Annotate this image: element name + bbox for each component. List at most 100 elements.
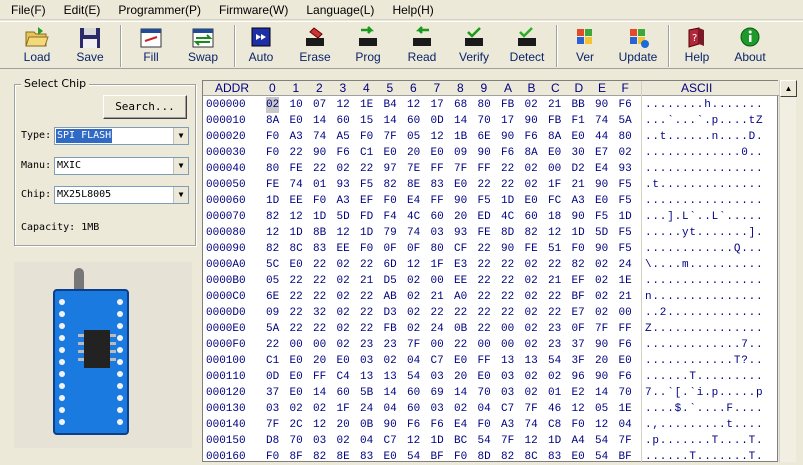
hex-byte[interactable]: 00 — [431, 337, 444, 353]
hex-byte[interactable]: C7 — [501, 401, 514, 417]
hex-byte[interactable]: 22 — [360, 321, 373, 337]
hex-byte[interactable]: F0 — [266, 145, 279, 161]
hex-byte[interactable]: 0F — [572, 321, 585, 337]
hex-byte[interactable]: BF — [572, 289, 585, 305]
erase-button[interactable]: Erase — [292, 24, 338, 68]
hex-byte[interactable]: 02 — [337, 305, 350, 321]
hex-byte[interactable]: 80 — [431, 241, 444, 257]
hex-byte[interactable]: 14 — [454, 113, 467, 129]
hex-byte[interactable]: 93 — [619, 161, 632, 177]
hex-byte[interactable]: 22 — [454, 305, 467, 321]
search-button[interactable]: Search... — [103, 95, 187, 119]
hex-byte[interactable]: 1D — [619, 209, 632, 225]
hex-byte[interactable]: 02 — [525, 97, 538, 113]
hex-byte[interactable]: FB — [548, 113, 561, 129]
hex-byte[interactable]: FF — [619, 321, 632, 337]
hex-byte[interactable]: 22 — [478, 241, 491, 257]
hex-byte[interactable]: 54 — [595, 449, 608, 465]
hex-byte[interactable]: F0 — [384, 193, 397, 209]
hex-byte[interactable]: 02 — [266, 97, 280, 113]
hex-byte[interactable]: FE — [290, 161, 303, 177]
hex-byte[interactable]: E3 — [454, 257, 467, 273]
scroll-up-icon[interactable]: ▲ — [780, 80, 797, 97]
hex-byte[interactable]: 02 — [337, 321, 350, 337]
hex-byte[interactable]: 00 — [290, 337, 303, 353]
hex-editor[interactable]: ADDR ASCII 0123456789ABCDEF 000000 02 10 07… — [202, 80, 779, 465]
hex-byte[interactable]: 02 — [525, 305, 538, 321]
hex-byte[interactable]: 1E — [360, 97, 373, 113]
hex-byte[interactable]: 70 — [619, 385, 632, 401]
hex-byte[interactable]: 21 — [360, 273, 373, 289]
hex-byte[interactable]: F6 — [501, 145, 514, 161]
hex-byte[interactable]: 20 — [337, 417, 350, 433]
hex-byte[interactable]: 7F — [407, 337, 420, 353]
menu-programmer[interactable]: Programmer(P) — [109, 0, 210, 20]
hex-byte[interactable]: 80 — [619, 129, 632, 145]
hex-byte[interactable]: F5 — [619, 241, 632, 257]
hex-byte[interactable]: 22 — [360, 161, 373, 177]
hex-byte[interactable]: 90 — [595, 241, 608, 257]
hex-byte[interactable]: 69 — [431, 385, 444, 401]
hex-byte[interactable]: 04 — [384, 401, 397, 417]
hex-byte[interactable]: 12 — [572, 401, 585, 417]
type-select[interactable]: SPI FLASH ▼ — [54, 127, 189, 145]
hex-byte[interactable]: 02 — [337, 161, 350, 177]
hex-byte[interactable]: 54 — [478, 433, 491, 449]
hex-byte[interactable]: 6E — [266, 289, 279, 305]
chevron-down-icon[interactable]: ▼ — [173, 158, 188, 174]
hex-byte[interactable]: 8A — [525, 145, 538, 161]
hex-byte[interactable]: 79 — [384, 225, 397, 241]
hex-byte[interactable]: 00 — [501, 321, 514, 337]
hex-byte[interactable]: 90 — [454, 193, 467, 209]
hex-byte[interactable]: 1D — [548, 433, 561, 449]
hex-byte[interactable]: 60 — [525, 209, 538, 225]
hex-byte[interactable]: 22 — [501, 177, 514, 193]
hex-byte[interactable]: 13 — [384, 369, 397, 385]
hex-row[interactable]: 000080 12 1D 8B 12 1D 79 74 03 93 FE 8D 82 12 1D 5D F5..… — [203, 225, 779, 241]
hex-byte[interactable]: F6 — [619, 97, 632, 113]
hex-byte[interactable]: 10 — [290, 97, 303, 113]
ascii-text[interactable]: ....$.`....F.... — [645, 401, 763, 417]
hex-byte[interactable]: 83 — [360, 449, 373, 465]
hex-byte[interactable]: 70 — [478, 385, 491, 401]
hex-byte[interactable]: 90 — [595, 97, 608, 113]
hex-byte[interactable]: A3 — [501, 417, 514, 433]
hex-byte[interactable]: 02 — [525, 161, 538, 177]
hex-row[interactable]: 000060 1D EE F0 A3 EF F0 E4 FF 90 F5 1D E0 FC A3 E0 F5..… — [203, 193, 779, 209]
hex-byte[interactable]: C4 — [337, 369, 350, 385]
hex-byte[interactable]: F6 — [407, 417, 420, 433]
hex-byte[interactable]: 02 — [525, 369, 538, 385]
hex-byte[interactable]: 54 — [548, 353, 561, 369]
hex-byte[interactable]: 02 — [595, 289, 608, 305]
hex-byte[interactable]: F5 — [619, 193, 632, 209]
hex-byte[interactable]: 02 — [595, 257, 608, 273]
hex-byte[interactable]: 8E — [337, 449, 350, 465]
hex-byte[interactable]: 22 — [290, 305, 303, 321]
hex-byte[interactable]: F0 — [572, 417, 585, 433]
hex-byte[interactable]: E7 — [595, 145, 608, 161]
hex-byte[interactable]: 54 — [407, 369, 420, 385]
ascii-text[interactable]: ........h....... — [645, 97, 763, 113]
hex-byte[interactable]: FF — [431, 161, 444, 177]
ascii-text[interactable]: \....m.......... — [645, 257, 763, 273]
hex-byte[interactable]: 0D — [266, 369, 279, 385]
hex-row[interactable]: 0000C0 6E 22 22 02 22 AB 02 21 A0 22 22 02 22 BF 02 21 n.… — [203, 289, 779, 305]
hex-byte[interactable]: 21 — [548, 273, 561, 289]
hex-byte[interactable]: 0B — [454, 321, 467, 337]
hex-byte[interactable]: 82 — [266, 241, 279, 257]
hex-byte[interactable]: 03 — [431, 225, 444, 241]
hex-byte[interactable]: 02 — [525, 289, 538, 305]
ascii-text[interactable]: ...`...`.p....tZ — [645, 113, 763, 129]
hex-byte[interactable]: 21 — [572, 177, 585, 193]
menu-firmware[interactable]: Firmware(W) — [210, 0, 297, 20]
hex-byte[interactable]: 12 — [525, 433, 538, 449]
hex-byte[interactable]: 00 — [619, 305, 632, 321]
ascii-text[interactable]: .............7.. — [645, 337, 763, 353]
ascii-text[interactable]: .,.........t.... — [645, 417, 763, 433]
hex-byte[interactable]: F0 — [572, 241, 585, 257]
hex-byte[interactable]: 02 — [595, 305, 608, 321]
hex-byte[interactable]: 6D — [384, 257, 397, 273]
hex-byte[interactable]: 68 — [454, 97, 467, 113]
hex-byte[interactable]: 02 — [407, 289, 420, 305]
hex-byte[interactable]: F6 — [431, 417, 444, 433]
